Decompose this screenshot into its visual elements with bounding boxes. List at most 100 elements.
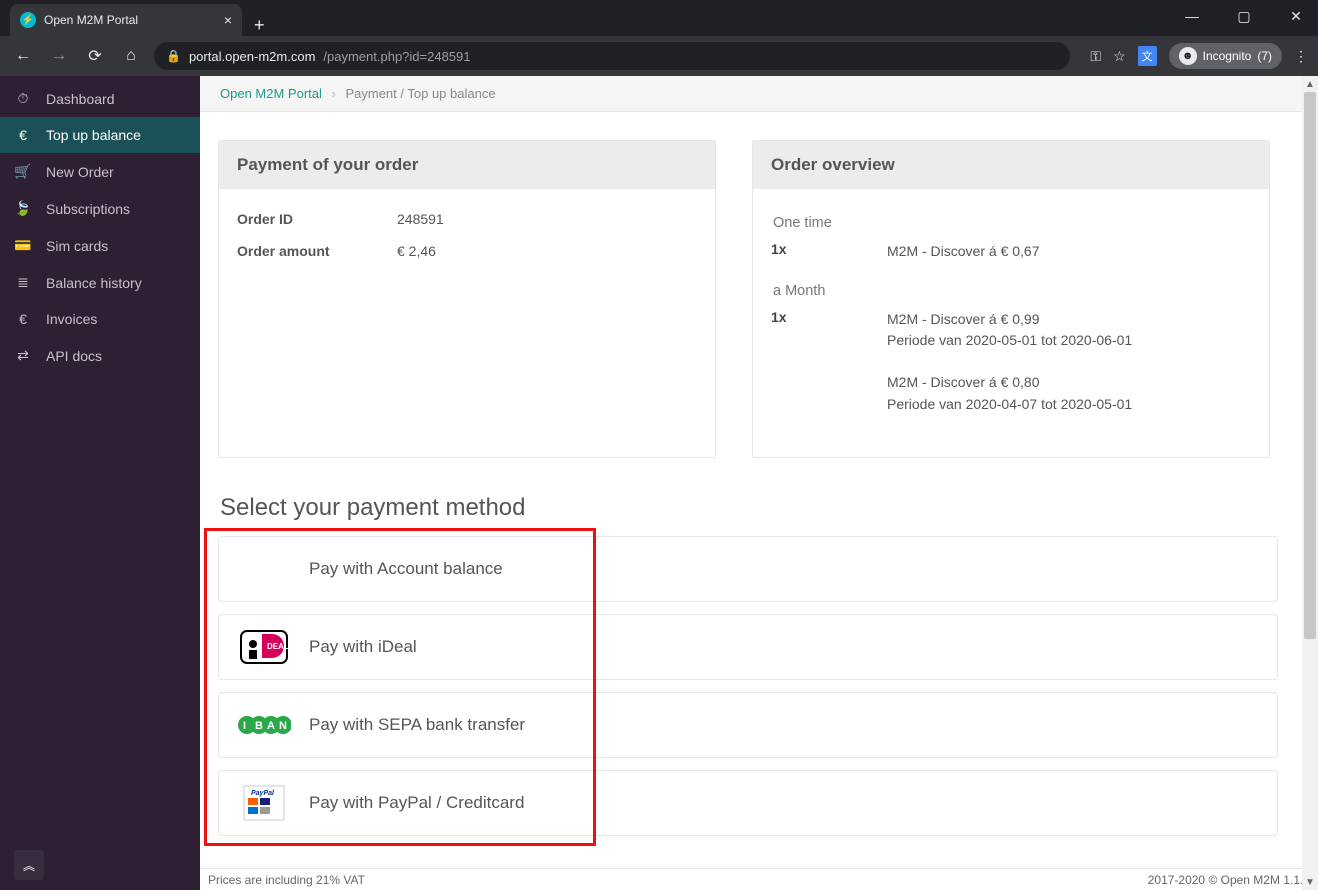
- breadcrumb-root[interactable]: Open M2M Portal: [220, 86, 322, 101]
- vertical-scrollbar[interactable]: ▲ ▼: [1302, 76, 1318, 890]
- maximize-button[interactable]: ▢: [1228, 8, 1260, 25]
- sidebar-item-label: Subscriptions: [46, 201, 130, 217]
- sidebar-item-balancehistory[interactable]: ≣ Balance history: [0, 264, 200, 301]
- address-toolbar: ← → ⟳ ⌂ 🔒 portal.open-m2m.com/payment.ph…: [0, 36, 1318, 76]
- browser-tab[interactable]: ⚡ Open M2M Portal ×: [10, 4, 242, 36]
- svg-text:N: N: [279, 720, 287, 732]
- euro-icon: €: [14, 127, 32, 143]
- translate-icon[interactable]: 文: [1138, 46, 1157, 66]
- lock-icon: 🔒: [166, 49, 181, 63]
- key-icon[interactable]: ⚿: [1090, 48, 1101, 65]
- overview-onetime-desc: M2M - Discover á € 0,67: [887, 241, 1040, 263]
- iban-icon: IBAN: [237, 714, 291, 736]
- panel-title: Payment of your order: [219, 141, 715, 189]
- footer-left: Prices are including 21% VAT: [208, 873, 365, 887]
- sidebar-item-label: Sim cards: [46, 238, 108, 254]
- scroll-top-button[interactable]: ︽: [14, 850, 44, 880]
- overview-month-head: a Month: [773, 283, 1251, 299]
- home-button[interactable]: ⌂: [118, 47, 144, 65]
- sidebar-item-label: Invoices: [46, 311, 97, 327]
- star-icon[interactable]: ☆: [1113, 48, 1126, 65]
- shuffle-icon: ⇄: [14, 347, 32, 364]
- card-icon: 💳: [14, 237, 32, 254]
- svg-text:I: I: [243, 720, 246, 732]
- method-ideal[interactable]: DEAL Pay with iDeal: [218, 614, 1278, 680]
- overview-onetime-qty: 1x: [771, 241, 887, 257]
- method-label: Pay with Account balance: [309, 559, 503, 579]
- list-icon: ≣: [14, 274, 32, 291]
- payment-method-list: Pay with Account balance DEAL Pay with i…: [218, 536, 1278, 836]
- sidebar-item-dashboard[interactable]: ⏱ Dashboard: [0, 80, 200, 117]
- svg-text:A: A: [267, 720, 275, 732]
- leaf-icon: 🍃: [14, 200, 32, 217]
- minimize-button[interactable]: —: [1176, 8, 1208, 25]
- svg-text:PayPal: PayPal: [251, 790, 275, 797]
- menu-icon[interactable]: ⋮: [1294, 48, 1308, 65]
- breadcrumb-sep-icon: ›: [332, 86, 336, 101]
- tab-close-icon[interactable]: ×: [224, 12, 232, 28]
- address-bar[interactable]: 🔒 portal.open-m2m.com/payment.php?id=248…: [154, 42, 1070, 70]
- sidebar-item-label: API docs: [46, 348, 102, 364]
- back-button[interactable]: ←: [10, 47, 36, 65]
- method-label: Pay with SEPA bank transfer: [309, 715, 525, 735]
- url-host: portal.open-m2m.com: [189, 49, 315, 64]
- incognito-badge[interactable]: ☻ Incognito (7): [1169, 43, 1282, 69]
- ideal-icon: DEAL: [237, 630, 291, 664]
- method-paypal[interactable]: PayPal Pay with PayPal / Creditcard: [218, 770, 1278, 836]
- overview-month-line: M2M - Discover á € 0,99: [887, 309, 1132, 331]
- order-amount-value: € 2,46: [397, 243, 436, 259]
- panel-title: Order overview: [753, 141, 1269, 189]
- order-amount-label: Order amount: [237, 243, 397, 259]
- close-window-button[interactable]: ✕: [1280, 8, 1312, 25]
- methods-heading: Select your payment method: [220, 494, 1300, 522]
- content: Open M2M Portal › Payment / Top up balan…: [200, 76, 1318, 890]
- sidebar-item-invoices[interactable]: € Invoices: [0, 301, 200, 337]
- incognito-icon: ☻: [1179, 47, 1197, 65]
- scroll-up-icon[interactable]: ▲: [1302, 76, 1318, 92]
- sidebar-item-simcards[interactable]: 💳 Sim cards: [0, 227, 200, 264]
- overview-month-line: Periode van 2020-05-01 tot 2020-06-01: [887, 330, 1132, 352]
- sidebar-item-label: Balance history: [46, 275, 142, 291]
- new-tab-button[interactable]: +: [242, 15, 277, 36]
- window-controls: — ▢ ✕: [1176, 8, 1312, 25]
- breadcrumb: Open M2M Portal › Payment / Top up balan…: [200, 76, 1318, 112]
- overview-onetime-head: One time: [773, 215, 1251, 231]
- method-label: Pay with iDeal: [309, 637, 417, 657]
- overview-month-line: M2M - Discover á € 0,80: [887, 372, 1132, 394]
- sidebar: ⏱ Dashboard € Top up balance 🛒 New Order…: [0, 76, 200, 890]
- method-sepa[interactable]: IBAN Pay with SEPA bank transfer: [218, 692, 1278, 758]
- incognito-label: Incognito: [1203, 49, 1252, 63]
- method-account-balance[interactable]: Pay with Account balance: [218, 536, 1278, 602]
- order-id-value: 248591: [397, 211, 444, 227]
- svg-text:DEAL: DEAL: [267, 642, 288, 651]
- tab-title: Open M2M Portal: [44, 13, 216, 27]
- tab-strip: ⚡ Open M2M Portal × +: [0, 0, 1318, 36]
- euro-icon: €: [14, 311, 32, 327]
- breadcrumb-current: Payment / Top up balance: [345, 86, 495, 101]
- method-label: Pay with PayPal / Creditcard: [309, 793, 524, 813]
- footer: Prices are including 21% VAT 2017-2020 ©…: [200, 868, 1318, 890]
- scroll-thumb[interactable]: [1304, 92, 1316, 639]
- svg-text:B: B: [255, 720, 263, 732]
- order-id-label: Order ID: [237, 211, 397, 227]
- sidebar-item-neworder[interactable]: 🛒 New Order: [0, 153, 200, 190]
- sidebar-item-topup[interactable]: € Top up balance: [0, 117, 200, 153]
- incognito-count: (7): [1257, 49, 1272, 63]
- paypal-icon: PayPal: [237, 785, 291, 821]
- sidebar-item-label: Dashboard: [46, 91, 115, 107]
- cart-icon: 🛒: [14, 163, 32, 180]
- overview-month-line: Periode van 2020-04-07 tot 2020-05-01: [887, 394, 1132, 416]
- footer-right: 2017-2020 © Open M2M 1.1.2: [1148, 873, 1310, 887]
- sidebar-item-apidocs[interactable]: ⇄ API docs: [0, 337, 200, 374]
- sidebar-item-subscriptions[interactable]: 🍃 Subscriptions: [0, 190, 200, 227]
- reload-button[interactable]: ⟳: [82, 46, 108, 66]
- payment-panel: Payment of your order Order ID 248591 Or…: [218, 140, 716, 458]
- url-path: /payment.php?id=248591: [323, 49, 470, 64]
- scroll-down-icon[interactable]: ▼: [1302, 874, 1318, 890]
- dashboard-icon: ⏱: [14, 90, 32, 107]
- overview-month-qty: 1x: [771, 309, 887, 325]
- forward-button[interactable]: →: [46, 47, 72, 65]
- overview-panel: Order overview One time 1x M2M - Discove…: [752, 140, 1270, 458]
- sidebar-item-label: Top up balance: [46, 127, 141, 143]
- favicon-icon: ⚡: [20, 12, 36, 28]
